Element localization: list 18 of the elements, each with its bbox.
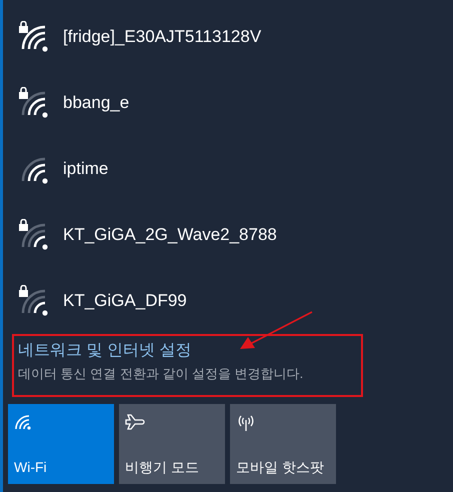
- airplane-toggle[interactable]: 비행기 모드: [119, 404, 225, 484]
- settings-link[interactable]: 네트워크 및 인터넷 설정: [18, 341, 357, 361]
- network-item[interactable]: iptime: [0, 136, 453, 202]
- network-name: KT_GiGA_2G_Wave2_8788: [63, 224, 277, 246]
- antenna-icon: [236, 414, 256, 432]
- wifi-toggle[interactable]: Wi-Fi: [8, 404, 114, 484]
- settings-description: 데이터 통신 연결 전환과 같이 설정을 변경합니다.: [18, 366, 304, 382]
- wifi-icon: [14, 414, 32, 430]
- network-item[interactable]: [fridge]_E30AJT5113128V: [0, 4, 453, 70]
- network-name: iptime: [63, 158, 108, 180]
- airplane-icon: [125, 414, 145, 430]
- network-item[interactable]: KT_GiGA_DF99: [0, 268, 453, 334]
- network-item[interactable]: bbang_e: [0, 70, 453, 136]
- network-name: KT_GiGA_DF99: [63, 290, 187, 312]
- network-item[interactable]: KT_GiGA_2G_Wave2_8788: [0, 202, 453, 268]
- network-name: [fridge]_E30AJT5113128V: [63, 26, 262, 48]
- hotspot-toggle[interactable]: 모바일 핫스팟: [230, 404, 336, 484]
- network-name: bbang_e: [63, 92, 130, 114]
